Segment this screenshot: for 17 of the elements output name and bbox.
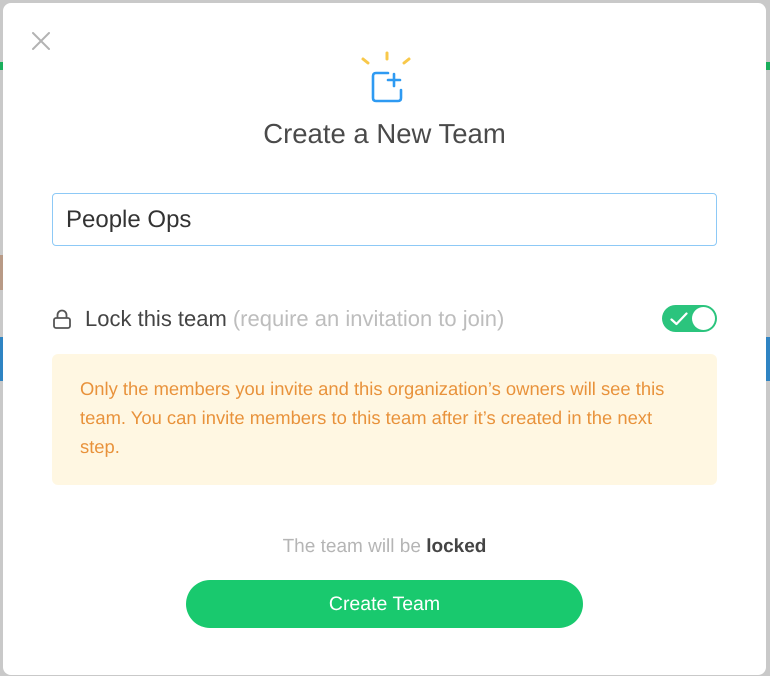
page-header-strip [0,62,3,70]
new-team-icon [360,50,412,104]
page-header-strip [766,62,770,70]
lock-icon [53,308,71,328]
page-banner-strip [766,337,770,381]
page-banner-strip [0,337,3,381]
dialog-title: Create a New Team [263,118,506,150]
lock-status-text: The team will be locked [282,536,486,558]
close-icon [32,32,50,50]
photo-placeholder [0,255,3,290]
lock-notice: Only the members you invite and this organization’s owners will see this team. You can invite members to this team after it’s created in the next step. [52,354,717,485]
lock-label: Lock this team [85,306,227,332]
team-name-input[interactable]: People Ops [52,193,717,246]
close-button[interactable] [32,32,50,50]
lock-toggle[interactable] [662,305,717,332]
lock-hint: (require an invitation to join) [232,306,504,332]
check-icon [670,312,688,326]
